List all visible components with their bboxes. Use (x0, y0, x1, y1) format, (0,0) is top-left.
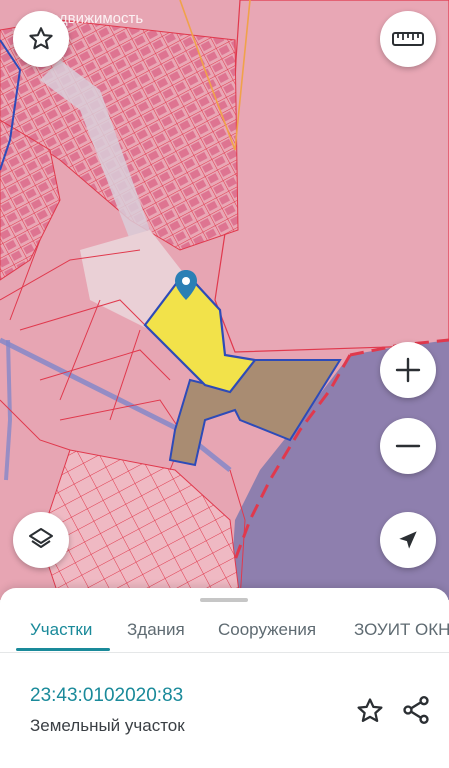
sheet-drag-handle[interactable] (200, 598, 248, 602)
parcel-info-sheet: Участки Здания Сооружения ЗОУИТ ОКН 23:4… (0, 588, 449, 768)
ruler-icon (392, 32, 424, 46)
tab-buildings[interactable]: Здания (127, 610, 185, 652)
cadastral-map[interactable] (0, 0, 449, 600)
active-tab-indicator (16, 648, 110, 651)
favorite-button[interactable] (13, 11, 69, 67)
tab-parcels[interactable]: Участки (30, 610, 92, 652)
sheet-divider (0, 652, 449, 653)
navigation-arrow-icon (399, 531, 417, 549)
tab-structures[interactable]: Сооружения (218, 610, 316, 652)
sheet-tabs: Участки Здания Сооружения ЗОУИТ ОКН (0, 610, 449, 652)
zoom-in-button[interactable] (380, 342, 436, 398)
zoom-out-button[interactable] (380, 418, 436, 474)
star-outline-icon (29, 27, 53, 50)
layers-button[interactable] (13, 512, 69, 568)
layers-icon (29, 528, 53, 548)
plus-icon (395, 357, 421, 383)
ruler-button[interactable] (380, 11, 436, 67)
tab-zouit-okn[interactable]: ЗОУИТ ОКН (354, 610, 449, 652)
locate-button[interactable] (380, 512, 436, 568)
minus-icon (395, 444, 421, 448)
object-type: Земельный участок (30, 716, 185, 735)
share-icon[interactable] (400, 694, 432, 726)
star-outline-icon[interactable] (355, 696, 385, 726)
cadastral-number[interactable]: 23:43:0102020:83 (30, 685, 183, 707)
